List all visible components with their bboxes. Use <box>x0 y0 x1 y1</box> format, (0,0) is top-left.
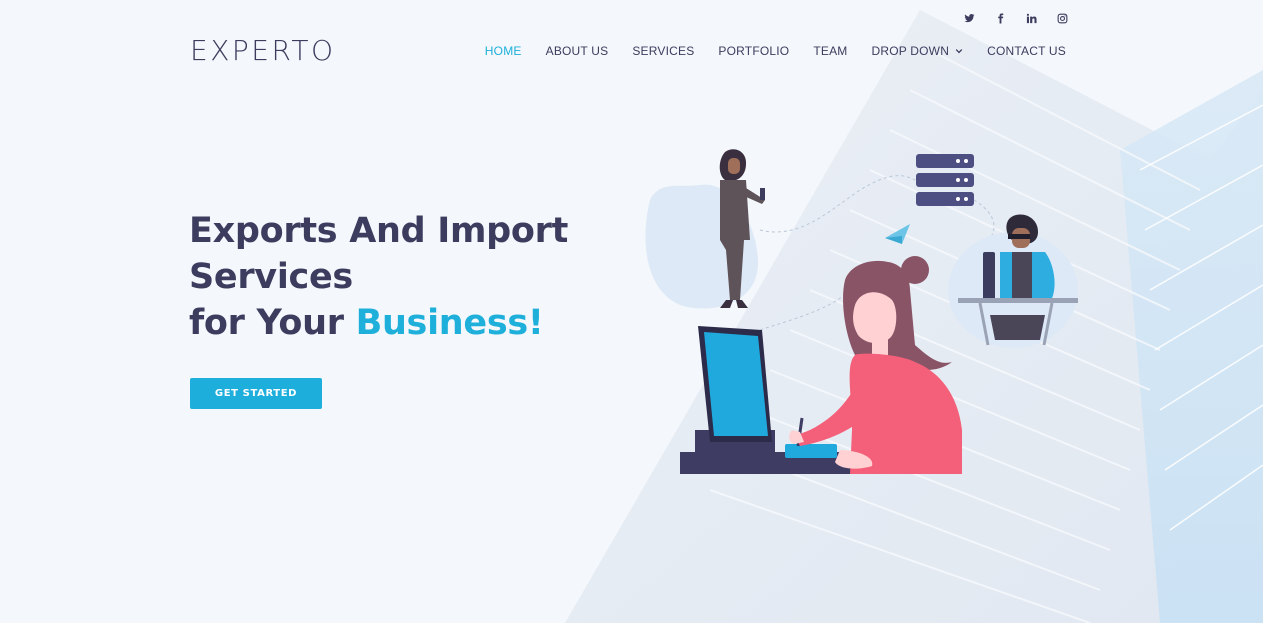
hero-title-line1: Exports And Import <box>189 211 569 251</box>
illustration-server-stack <box>916 154 974 206</box>
hero-illustration <box>645 149 1078 474</box>
illustration-working-woman <box>789 256 962 474</box>
nav-item-services[interactable]: SERVICES <box>632 44 694 58</box>
nav-item-team[interactable]: TEAM <box>813 44 847 58</box>
nav-item-about-us[interactable]: ABOUT US <box>546 44 609 58</box>
main-nav: HOME ABOUT US SERVICES PORTFOLIO TEAM DR… <box>485 44 1066 58</box>
social-links <box>961 10 1071 27</box>
facebook-icon[interactable] <box>992 10 1009 27</box>
nav-item-drop-down-label: DROP DOWN <box>871 44 950 58</box>
nav-item-portfolio[interactable]: PORTFOLIO <box>718 44 789 58</box>
chevron-down-icon <box>955 49 963 54</box>
site-logo[interactable]: EXPERTO <box>190 34 336 67</box>
instagram-icon[interactable] <box>1054 10 1071 27</box>
illustration-desk-computer <box>680 326 865 474</box>
hero-title-line3-prefix: for Your <box>189 303 356 343</box>
linkedin-icon[interactable] <box>1023 10 1040 27</box>
twitter-icon[interactable] <box>961 10 978 27</box>
hero-title: Exports And Import Services for Your Bus… <box>189 208 629 346</box>
nav-item-home[interactable]: HOME <box>485 44 522 58</box>
nav-item-contact-us[interactable]: CONTACT US <box>987 44 1066 58</box>
hero-title-line2: Services <box>189 257 353 297</box>
illustration-dashed-path <box>759 175 916 233</box>
hero-title-accent: Business! <box>355 303 544 343</box>
nav-item-drop-down[interactable]: DROP DOWN <box>872 44 964 58</box>
paper-plane-icon <box>885 224 910 244</box>
get-started-button[interactable]: GET STARTED <box>190 378 322 409</box>
